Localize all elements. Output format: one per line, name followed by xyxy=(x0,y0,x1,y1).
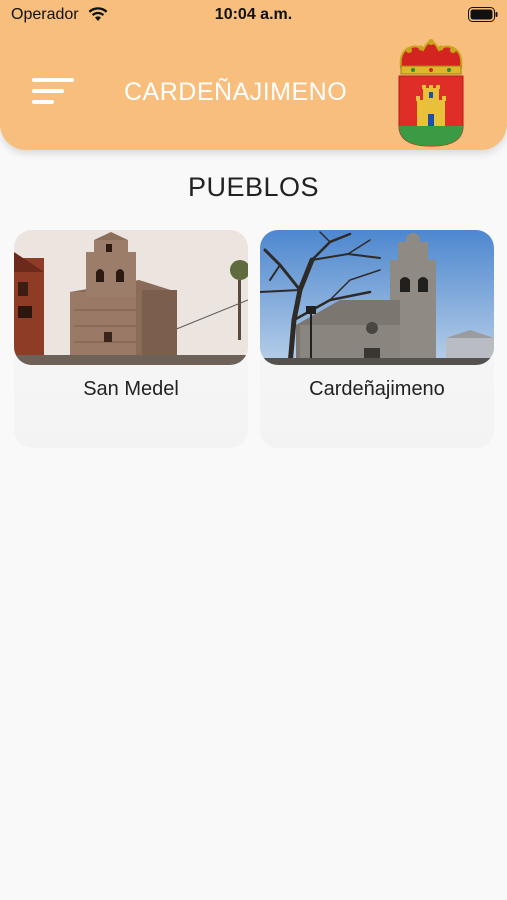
app-header: Operador 10:04 a.m. CARDEÑAJIMENO xyxy=(0,0,507,150)
menu-icon-line xyxy=(32,100,54,104)
status-bar: Operador 10:04 a.m. xyxy=(0,0,507,30)
town-photo xyxy=(14,230,248,365)
battery-icon xyxy=(468,7,498,22)
menu-button[interactable] xyxy=(32,76,76,110)
town-photo xyxy=(260,230,494,365)
menu-icon-line xyxy=(32,78,74,82)
app-title: CARDEÑAJIMENO xyxy=(124,78,348,106)
status-time: 10:04 a.m. xyxy=(214,6,293,23)
coat-of-arms-icon xyxy=(398,39,464,147)
menu-icon-line xyxy=(32,89,64,93)
town-name: San Medel xyxy=(83,378,179,400)
town-name: Cardeñajimeno xyxy=(309,378,445,400)
town-card-san-medel[interactable]: San Medel xyxy=(14,230,248,448)
section-title: PUEBLOS xyxy=(187,172,320,202)
town-card-cardenajimeno[interactable]: Cardeñajimeno xyxy=(260,230,494,448)
